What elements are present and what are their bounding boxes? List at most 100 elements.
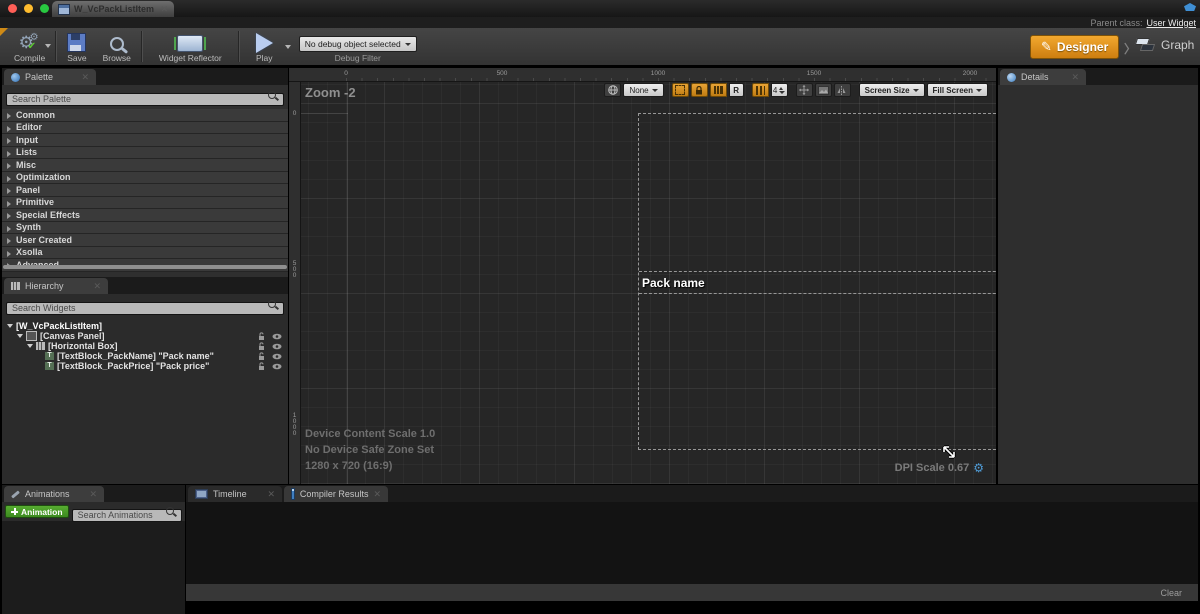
visibility-icon[interactable]	[272, 343, 282, 350]
device-content-scale-label: Device Content Scale 1.0	[305, 428, 435, 440]
tab-close-icon[interactable]: ✕	[160, 5, 168, 14]
palette-category-panel[interactable]: Panel	[2, 184, 288, 197]
hierarchy-close-icon[interactable]: ✕	[93, 282, 101, 291]
compile-button[interactable]: ⚙⚙✔ Compile	[0, 28, 53, 65]
expander-icon[interactable]	[7, 138, 11, 144]
designer-canvas[interactable]: 0 500 1000 1500 2000 0 500 1000 Zoom -2 …	[289, 68, 996, 484]
hierarchy-search	[6, 298, 284, 316]
expander-icon[interactable]	[7, 324, 13, 328]
palette-category-xsolla[interactable]: Xsolla	[2, 247, 288, 260]
palette-category-primitive[interactable]: Primitive	[2, 197, 288, 210]
clear-button[interactable]: Clear	[1160, 588, 1182, 598]
lock-icon[interactable]	[258, 362, 266, 371]
save-icon	[67, 33, 86, 52]
graph-mode-button[interactable]: Graph	[1136, 38, 1194, 52]
zoom-window-button[interactable]	[40, 4, 49, 13]
tree-row-root[interactable]: [W_VcPackListItem]	[2, 321, 288, 331]
lock-widgets-toggle-button[interactable]	[691, 83, 708, 97]
tab-details[interactable]: Details ✕	[1000, 69, 1086, 85]
expander-icon[interactable]	[27, 344, 33, 348]
tutorial-cap-icon[interactable]	[1184, 3, 1196, 11]
save-button[interactable]: Save	[59, 28, 94, 65]
dpi-settings-gear-icon[interactable]: ⚙	[973, 462, 984, 474]
grid-size-stepper[interactable]: 4	[771, 83, 788, 97]
palette-category-lists[interactable]: Lists	[2, 147, 288, 160]
expander-icon[interactable]	[7, 226, 11, 232]
parent-class-link[interactable]: User Widget	[1146, 18, 1196, 28]
pack-name-textblock[interactable]: Pack name	[642, 276, 705, 290]
respect-locks-button[interactable]: R	[729, 83, 744, 97]
palette-category-editor[interactable]: Editor	[2, 122, 288, 135]
palette-scrollbar[interactable]	[3, 265, 287, 269]
stepper-down-icon[interactable]	[779, 91, 785, 94]
transform-mode-button[interactable]	[796, 83, 813, 97]
preview-background-button[interactable]	[815, 83, 832, 97]
culture-dropdown[interactable]: None	[623, 83, 663, 97]
hierarchy-search-input[interactable]	[6, 302, 284, 315]
expander-icon[interactable]	[7, 201, 11, 207]
palette-category-input[interactable]: Input	[2, 134, 288, 147]
visibility-icon[interactable]	[272, 353, 282, 360]
expander-icon[interactable]	[7, 188, 11, 194]
expander-icon[interactable]	[7, 113, 11, 119]
snap-grid-icon	[714, 86, 723, 94]
tab-compiler-results[interactable]: Compiler Results ✕	[284, 486, 388, 502]
document-tab[interactable]: W_VcPackListItem ✕	[52, 1, 174, 17]
expander-icon[interactable]	[7, 238, 11, 244]
lock-icon[interactable]	[258, 352, 266, 361]
expander-icon[interactable]	[7, 176, 11, 182]
palette-category-common[interactable]: Common	[2, 109, 288, 122]
tab-timeline[interactable]: Timeline ✕	[188, 486, 282, 502]
widget-reflector-button[interactable]: Widget Reflector	[145, 28, 236, 65]
snap-grid-toggle-button[interactable]	[710, 83, 727, 97]
palette-category-special-effects[interactable]: Special Effects	[2, 209, 288, 222]
fill-screen-dropdown[interactable]: Fill Screen	[927, 83, 988, 97]
animations-toolbar: Animation	[2, 502, 185, 521]
compile-options-caret-icon[interactable]	[45, 44, 51, 48]
palette-category-synth[interactable]: Synth	[2, 222, 288, 235]
localization-preview-button[interactable]	[604, 83, 621, 97]
lock-icon[interactable]	[258, 332, 266, 341]
expander-icon[interactable]	[7, 163, 11, 169]
toolbar-separator	[141, 31, 143, 62]
play-button[interactable]: Play	[242, 28, 281, 65]
animations-close-icon[interactable]: ✕	[89, 490, 97, 499]
screen-size-dropdown[interactable]: Screen Size	[859, 83, 925, 97]
palette-close-icon[interactable]: ✕	[81, 73, 89, 82]
designer-mode-button[interactable]: ✎ Designer	[1030, 35, 1119, 59]
outline-toggle-button[interactable]	[672, 83, 689, 97]
tree-row-textblock-packprice[interactable]: T [TextBlock_PackPrice] "Pack price"	[2, 361, 288, 371]
close-window-button[interactable]	[8, 4, 17, 13]
palette-category-optimization[interactable]: Optimization	[2, 172, 288, 185]
expander-icon[interactable]	[7, 126, 11, 132]
lock-icon[interactable]	[258, 342, 266, 351]
visibility-icon[interactable]	[272, 363, 282, 370]
tab-hierarchy[interactable]: Hierarchy ✕	[4, 278, 108, 294]
details-close-icon[interactable]: ✕	[1071, 73, 1079, 82]
compiler-results-close-icon[interactable]: ✕	[373, 490, 381, 499]
grid-toggle-button[interactable]	[752, 83, 769, 97]
tree-row-canvas-panel[interactable]: [Canvas Panel]	[2, 331, 288, 341]
play-options-caret[interactable]	[281, 28, 295, 65]
palette-category-misc[interactable]: Misc	[2, 159, 288, 172]
flip-preview-button[interactable]	[834, 83, 851, 97]
expander-icon[interactable]	[7, 251, 11, 257]
expander-icon[interactable]	[7, 213, 11, 219]
visibility-icon[interactable]	[272, 333, 282, 340]
timeline-close-icon[interactable]: ✕	[267, 490, 275, 499]
tab-animations[interactable]: Animations ✕	[4, 486, 104, 502]
tab-palette[interactable]: Palette ✕	[4, 69, 96, 85]
debug-object-dropdown[interactable]: No debug object selected	[299, 36, 417, 52]
palette-search-input[interactable]	[6, 93, 284, 106]
horizontal-box-widget[interactable]: Pack name Pack price	[639, 271, 996, 294]
palette-category-user-created[interactable]: User Created	[2, 234, 288, 247]
expander-icon[interactable]	[17, 334, 23, 338]
stepper-up-icon[interactable]	[779, 87, 783, 90]
browse-button[interactable]: Browse	[95, 28, 139, 65]
minimize-window-button[interactable]	[24, 4, 33, 13]
tree-row-horizontal-box[interactable]: [Horizontal Box]	[2, 341, 288, 351]
expander-icon[interactable]	[7, 151, 11, 157]
tree-row-textblock-packname[interactable]: T [TextBlock_PackName] "Pack name"	[2, 351, 288, 361]
add-animation-button[interactable]: Animation	[5, 505, 69, 518]
preview-area-outline[interactable]: Pack name Pack price	[638, 113, 996, 450]
